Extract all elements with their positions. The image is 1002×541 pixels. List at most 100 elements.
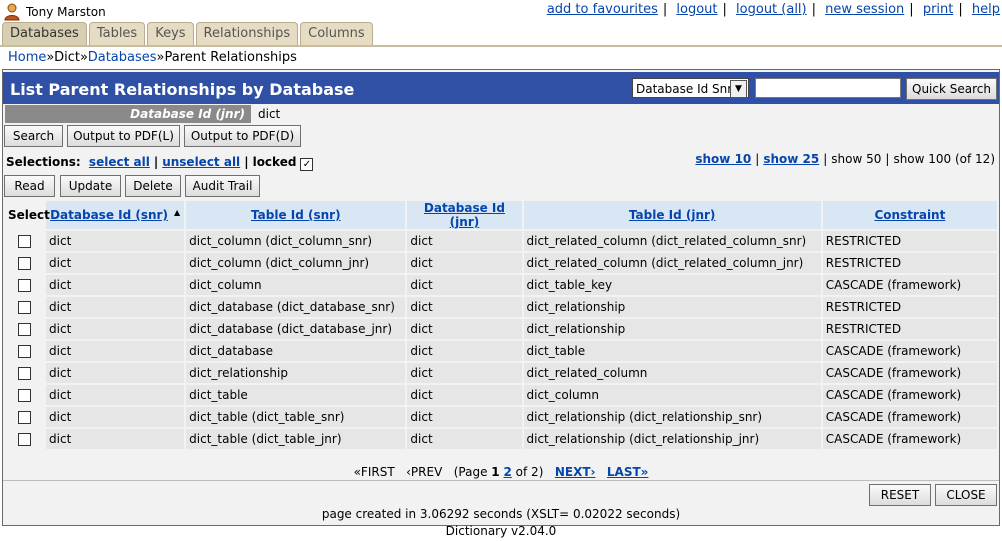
output-pdf-d-button[interactable]: Output to PDF(D) [184, 125, 301, 147]
column-header-database-id-jnr[interactable]: Database Id (jnr) [407, 201, 522, 229]
cell-database-id-jnr: dict [407, 341, 522, 361]
output-pdf-l-button[interactable]: Output to PDF(L) [67, 125, 180, 147]
separator: | [755, 152, 760, 166]
row-select-checkbox[interactable] [18, 433, 32, 446]
new-session-link[interactable]: new session [825, 2, 904, 17]
sort-link[interactable]: Table Id (snr) [251, 208, 341, 222]
logout-link[interactable]: logout [676, 2, 717, 17]
column-header-constraint[interactable]: Constraint [822, 201, 997, 229]
cell-table-id-snr: dict_table (dict_table_snr) [186, 407, 406, 427]
cell-database-id-jnr: dict [407, 319, 522, 339]
table-row[interactable]: dict dict_table (dict_table_jnr) dict dict_… [5, 429, 997, 449]
table-row[interactable]: dict dict_table dict dict_column CASCADE (fr… [5, 385, 997, 405]
tab-bar: Databases Tables Keys Relationships Colu… [2, 22, 375, 46]
row-select-checkbox[interactable] [18, 345, 32, 358]
table-row[interactable]: dict dict_column (dict_column_snr) dict dic… [5, 231, 997, 251]
row-select-checkbox[interactable] [18, 367, 32, 380]
breadcrumb-sep: » [156, 50, 165, 65]
cell-constraint: RESTRICTED [822, 231, 997, 251]
row-select-checkbox[interactable] [18, 235, 32, 248]
row-select-cell [5, 341, 45, 361]
cell-database-id-jnr: dict [407, 275, 522, 295]
column-header-table-id-jnr[interactable]: Table Id (jnr) [523, 201, 821, 229]
row-select-checkbox[interactable] [18, 411, 32, 424]
audit-trail-button[interactable]: Audit Trail [185, 175, 260, 197]
selections-label: Selections: [6, 155, 81, 169]
breadcrumb-sep: » [46, 50, 55, 65]
page-label-post: of 2) [515, 465, 544, 479]
logout-all-link[interactable]: logout (all) [736, 2, 807, 17]
tab-relationships[interactable]: Relationships [195, 22, 299, 45]
search-button[interactable]: Search [4, 125, 63, 147]
cell-database-id-snr: dict [46, 231, 185, 251]
tab-databases[interactable]: Databases [2, 22, 87, 45]
cell-database-id-jnr: dict [407, 407, 522, 427]
quick-search-selected: Database Id Snr [636, 82, 733, 96]
quick-search-input[interactable] [755, 78, 901, 98]
show-25-link[interactable]: show 25 [763, 152, 819, 166]
row-select-checkbox[interactable] [18, 389, 32, 402]
tab-columns[interactable]: Columns [300, 22, 373, 45]
add-to-favourites-link[interactable]: add to favourites [547, 2, 658, 17]
page-2-link[interactable]: 2 [503, 465, 511, 479]
table-row[interactable]: dict dict_database (dict_database_snr) dic… [5, 297, 997, 317]
delete-button[interactable]: Delete [125, 175, 181, 197]
tab-tables[interactable]: Tables [88, 22, 146, 45]
top-links: add to favourites | logout | logout (all) |… [547, 2, 1000, 17]
relationships-table: Select Database Id (snr) ▲ Table Id (snr)… [3, 199, 999, 451]
cell-database-id-jnr: dict [407, 363, 522, 383]
show-count-nav: show 10 | show 25 | show 50 | show 100 (of 12) [695, 152, 995, 166]
read-button[interactable]: Read [4, 175, 55, 197]
row-select-checkbox[interactable] [18, 257, 32, 270]
row-select-cell [5, 231, 45, 251]
select-all-link[interactable]: select all [89, 155, 150, 169]
last-page-link[interactable]: LAST» [607, 465, 649, 479]
sort-link[interactable]: Table Id (jnr) [629, 208, 716, 222]
unselect-all-link[interactable]: unselect all [162, 155, 240, 169]
row-select-cell [5, 297, 45, 317]
table-row[interactable]: dict dict_relationship dict dict_related_co… [5, 363, 997, 383]
cell-table-id-jnr: dict_table [523, 341, 821, 361]
column-header-table-id-snr[interactable]: Table Id (snr) [186, 201, 406, 229]
row-select-checkbox[interactable] [18, 323, 32, 336]
help-link[interactable]: help [972, 2, 1000, 17]
separator: | [823, 152, 828, 166]
cell-table-id-snr: dict_database [186, 341, 406, 361]
separator: | [153, 155, 159, 169]
breadcrumb-databases[interactable]: Databases [88, 50, 157, 65]
next-page-link[interactable]: NEXT› [555, 465, 596, 479]
cell-table-id-jnr: dict_related_column (dict_related_column… [523, 231, 821, 251]
tab-underline [0, 45, 1002, 47]
show-10-link[interactable]: show 10 [695, 152, 751, 166]
table-row[interactable]: dict dict_database dict dict_table CASCADE (… [5, 341, 997, 361]
close-button[interactable]: CLOSE [935, 484, 997, 506]
first-page-label: «FIRST [353, 465, 395, 479]
show-50-label: show 50 [831, 152, 882, 166]
row-select-checkbox[interactable] [18, 279, 32, 292]
breadcrumb-home[interactable]: Home [8, 50, 46, 65]
breadcrumb-sep: » [80, 50, 88, 65]
column-header-database-id-snr[interactable]: Database Id (snr) ▲ [46, 201, 185, 229]
quick-search-field-select[interactable]: Database Id Snr ▼ [632, 78, 749, 98]
print-link[interactable]: print [923, 2, 954, 17]
row-select-cell [5, 319, 45, 339]
update-button[interactable]: Update [60, 175, 121, 197]
table-row[interactable]: dict dict_database (dict_database_jnr) dic… [5, 319, 997, 339]
quick-search-button[interactable]: Quick Search [906, 78, 997, 100]
table-row[interactable]: dict dict_column (dict_column_jnr) dict dic… [5, 253, 997, 273]
cell-database-id-jnr: dict [407, 231, 522, 251]
row-select-cell [5, 363, 45, 383]
separator: | [662, 2, 668, 17]
tab-keys[interactable]: Keys [147, 22, 194, 45]
cell-table-id-jnr: dict_table_key [523, 275, 821, 295]
sort-link[interactable]: Database Id (snr) [50, 208, 168, 222]
row-select-checkbox[interactable] [18, 301, 32, 314]
reset-button[interactable]: RESET [869, 484, 931, 506]
locked-checkbox[interactable]: ✓ [300, 158, 314, 171]
table-row[interactable]: dict dict_column dict dict_table_key CASCADE… [5, 275, 997, 295]
cell-table-id-snr: dict_column [186, 275, 406, 295]
cell-constraint: CASCADE (framework) [822, 429, 997, 449]
sort-link[interactable]: Constraint [874, 208, 945, 222]
sort-link[interactable]: Database Id (jnr) [424, 201, 505, 229]
table-row[interactable]: dict dict_table (dict_table_snr) dict dict_… [5, 407, 997, 427]
